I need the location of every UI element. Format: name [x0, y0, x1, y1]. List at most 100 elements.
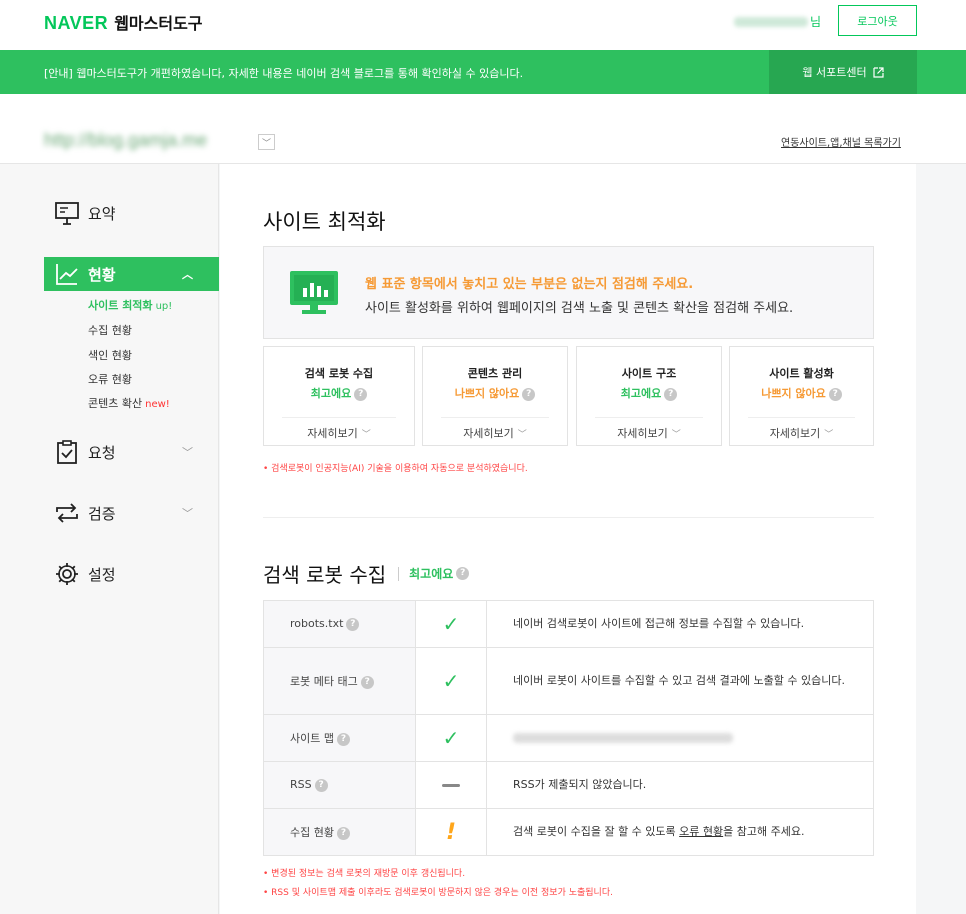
- chevron-down-icon: ﹀: [182, 446, 193, 459]
- sidebar: 요약 현황 ︿ 사이트 최적화 up! 수집 현황 색인 현황 오류 현황 콘텐츠…: [0, 164, 219, 914]
- clipboard-check-icon: [54, 439, 80, 465]
- intro-box: 웹 표준 항목에서 놓치고 있는 부분은 없는지 점검해 주세요. 사이트 활성…: [263, 246, 874, 339]
- chevron-up-icon: ︿: [182, 268, 193, 281]
- help-icon[interactable]: ?: [314, 778, 328, 792]
- details-label: 자세히보기: [463, 427, 514, 440]
- sidebar-item-verify[interactable]: 검증 ﹀: [44, 496, 219, 530]
- line-chart-icon: [54, 261, 80, 287]
- title-separator: [398, 566, 400, 581]
- gear-icon: [54, 561, 80, 587]
- divider: [282, 417, 396, 418]
- chevron-down-icon: ﹀: [361, 430, 371, 440]
- row-mark: ✓: [415, 600, 487, 648]
- help-icon[interactable]: ?: [336, 732, 350, 746]
- presentation-board-icon: [54, 200, 80, 226]
- main-content: 사이트 최적화 웹 표준 항목에서 놓치고 있는 부분은 없는지 점검해 주세요…: [220, 164, 916, 914]
- logo-title: 웹마스터도구: [114, 14, 203, 33]
- row-desc: [486, 714, 874, 762]
- help-icon[interactable]: ?: [664, 387, 678, 401]
- card-status: 나쁘지 않아요?: [423, 385, 567, 401]
- logo[interactable]: NAVER 웹마스터도구: [44, 10, 203, 34]
- divider: [748, 417, 855, 418]
- card-title: 사이트 활성화: [769, 367, 834, 380]
- subnav-site-optimization[interactable]: 사이트 최적화 up!: [88, 297, 172, 313]
- logout-button[interactable]: 로그아웃: [838, 5, 917, 36]
- sidebar-item-label: 요청: [88, 443, 116, 462]
- row-label: RSS: [290, 778, 312, 792]
- chevron-down-icon: ﹀: [824, 430, 834, 440]
- row-label: 수집 현황: [290, 826, 334, 839]
- help-icon[interactable]: ?: [828, 387, 842, 401]
- subnav-label: 콘텐츠 확산: [88, 397, 143, 410]
- section-title: 검색 로봇 수집 최고에요 ?: [263, 559, 470, 588]
- table-row: 수집 현황? ! 검색 로봇이 수집을 잘 할 수 있도록 오류 현황을 참고해…: [263, 808, 874, 856]
- help-icon[interactable]: ?: [360, 675, 374, 689]
- site-dropdown-button[interactable]: ﹀: [258, 134, 275, 150]
- warning-icon: !: [445, 819, 457, 845]
- status-text: 최고에요: [310, 387, 352, 400]
- ai-analysis-note: • 검색로봇이 인공지능(AI) 기술을 이용하여 자동으로 분석하였습니다.: [263, 464, 528, 474]
- row-label: 사이트 맵: [290, 732, 334, 745]
- row-label: robots.txt: [290, 617, 344, 631]
- dash-icon: [442, 784, 460, 787]
- card-site-structure: 사이트 구조 최고에요? 자세히보기 ﹀: [576, 346, 722, 446]
- linked-sites-link[interactable]: 연동사이트,앱,채널 목록가기: [781, 134, 901, 149]
- help-icon[interactable]: ?: [336, 826, 350, 840]
- row-name: 수집 현황?: [263, 808, 416, 856]
- notice-message: [안내] 웹마스터도구가 개편하였습니다, 자세한 내용은 네이버 검색 블로그…: [44, 67, 524, 80]
- support-center-label: 웹 서포트센터: [802, 66, 867, 79]
- row-mark: ✓: [415, 714, 487, 762]
- right-margin: [916, 164, 966, 914]
- logo-brand: NAVER: [44, 13, 109, 33]
- details-button[interactable]: 자세히보기 ﹀: [423, 425, 567, 441]
- status-text: 나쁘지 않아요: [454, 387, 520, 400]
- subnav-collection-status[interactable]: 수집 현황: [88, 322, 132, 338]
- site-url[interactable]: http://blog.gamja.me: [44, 130, 207, 151]
- chevron-down-icon: ﹀: [261, 138, 271, 149]
- details-label: 자세히보기: [769, 427, 821, 440]
- divider: [595, 417, 703, 418]
- card-title: 콘텐츠 관리: [467, 367, 523, 380]
- up-badge: up!: [155, 301, 173, 312]
- support-center-button[interactable]: 웹 서포트센터: [769, 50, 917, 94]
- details-button[interactable]: 자세히보기 ﹀: [577, 425, 721, 441]
- chevron-down-icon: ﹀: [671, 430, 681, 440]
- row-desc: RSS가 제출되지 않았습니다.: [486, 761, 874, 809]
- top-header: NAVER 웹마스터도구 님 로그아웃: [0, 0, 966, 50]
- status-text: 최고에요: [620, 387, 662, 400]
- sidebar-item-label: 현황: [88, 265, 116, 284]
- subnav-label: 사이트 최적화: [88, 299, 153, 312]
- row-name: 사이트 맵?: [263, 714, 416, 762]
- help-icon[interactable]: ?: [456, 567, 470, 580]
- error-status-link[interactable]: 오류 현황: [679, 825, 723, 838]
- table-row: robots.txt? ✓ 네이버 검색로봇이 사이트에 접근해 정보를 수집할…: [263, 600, 874, 648]
- help-icon[interactable]: ?: [346, 617, 360, 631]
- row-desc: 검색 로봇이 수집을 잘 할 수 있도록 오류 현황을 참고해 주세요.: [486, 808, 874, 856]
- sitemap-url-redacted[interactable]: [513, 733, 733, 743]
- details-button[interactable]: 자세히보기 ﹀: [264, 425, 414, 441]
- help-icon[interactable]: ?: [354, 387, 368, 401]
- page-title: 사이트 최적화: [263, 210, 386, 234]
- desc-text: 을 참고해 주세요.: [723, 825, 805, 838]
- notice-banner: [안내] 웹마스터도구가 개편하였습니다, 자세한 내용은 네이버 검색 블로그…: [0, 50, 966, 94]
- details-button[interactable]: 자세히보기 ﹀: [730, 425, 873, 441]
- checkmark-icon: ✓: [442, 669, 460, 693]
- help-icon[interactable]: ?: [522, 387, 536, 401]
- card-site-activation: 사이트 활성화 나쁘지 않아요? 자세히보기 ﹀: [729, 346, 874, 446]
- checkmark-icon: ✓: [442, 726, 460, 750]
- sidebar-item-settings[interactable]: 설정: [44, 557, 219, 591]
- subnav-index-status[interactable]: 색인 현황: [88, 347, 132, 363]
- sidebar-item-summary[interactable]: 요약: [44, 196, 219, 230]
- subnav-error-status[interactable]: 오류 현황: [88, 371, 132, 387]
- section-title-text: 검색 로봇 수집: [263, 563, 387, 587]
- row-name: RSS?: [263, 761, 416, 809]
- card-title: 검색 로봇 수집: [304, 367, 374, 380]
- sidebar-item-request[interactable]: 요청 ﹀: [44, 435, 219, 469]
- section-status: 최고에요: [409, 567, 454, 581]
- table-row: RSS? RSS가 제출되지 않았습니다.: [263, 761, 874, 809]
- chevron-down-icon: ﹀: [182, 507, 193, 520]
- row-name: 로봇 메타 태그?: [263, 647, 416, 715]
- sidebar-item-status[interactable]: 현황 ︿: [44, 257, 219, 291]
- subnav-content-spread[interactable]: 콘텐츠 확산 new!: [88, 395, 170, 411]
- checkmark-icon: ✓: [442, 612, 460, 636]
